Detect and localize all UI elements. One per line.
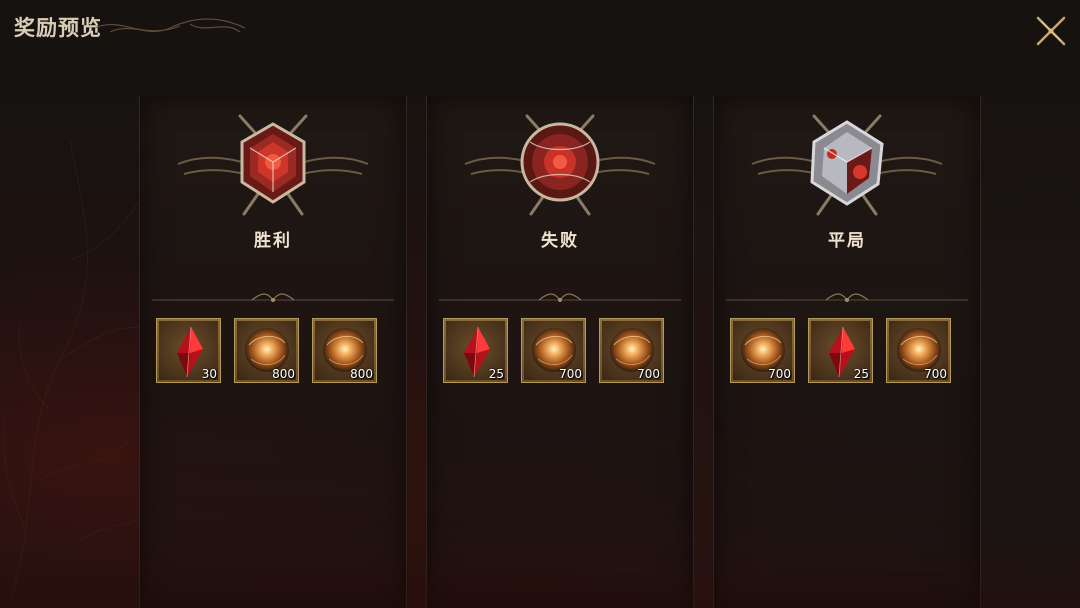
close-button[interactable] (1030, 12, 1072, 50)
reward-quantity: 25 (853, 367, 869, 381)
reward-list: 25 700 700 (443, 318, 683, 386)
reward-quantity: 700 (559, 367, 582, 381)
reward-slot[interactable]: 700 (521, 318, 586, 383)
reward-slot[interactable]: 700 (730, 318, 795, 383)
reward-quantity: 700 (637, 367, 660, 381)
draw-emblem-icon (751, 114, 943, 216)
ornamental-divider (439, 293, 681, 302)
reward-quantity: 700 (768, 367, 791, 381)
reward-quantity: 800 (272, 367, 295, 381)
header-bar: 奖励预览 (0, 0, 260, 48)
defeat-emblem-icon (464, 114, 656, 216)
reward-quantity: 800 (350, 367, 373, 381)
reward-slot[interactable]: 700 (599, 318, 664, 383)
ornamental-divider (726, 293, 968, 302)
reward-quantity: 700 (924, 367, 947, 381)
reward-slot[interactable]: 25 (443, 318, 508, 383)
panel-label-defeat: 失败 (541, 231, 579, 251)
victory-emblem-icon (177, 114, 369, 216)
title-ornament-icon (94, 18, 246, 33)
reward-quantity: 25 (488, 367, 504, 381)
reward-slot[interactable]: 30 (156, 318, 221, 383)
panel-label-victory: 胜利 (254, 231, 292, 251)
reward-slot[interactable]: 800 (234, 318, 299, 383)
panel-victory: 胜利 30 800 800 (139, 96, 407, 608)
close-x-icon (1036, 16, 1066, 46)
panel-label-draw: 平局 (828, 231, 866, 251)
ornamental-divider (152, 293, 394, 302)
reward-slot[interactable]: 25 (808, 318, 873, 383)
page-title: 奖励预览 (14, 15, 102, 40)
reward-slot[interactable]: 700 (886, 318, 951, 383)
panel-draw: 平局 700 25 700 (713, 96, 981, 608)
reward-quantity: 30 (201, 367, 217, 381)
reward-slot[interactable]: 800 (312, 318, 377, 383)
reward-list: 700 25 700 (730, 318, 970, 386)
panel-defeat: 失败 25 700 700 (426, 96, 694, 608)
reward-list: 30 800 800 (156, 318, 396, 386)
